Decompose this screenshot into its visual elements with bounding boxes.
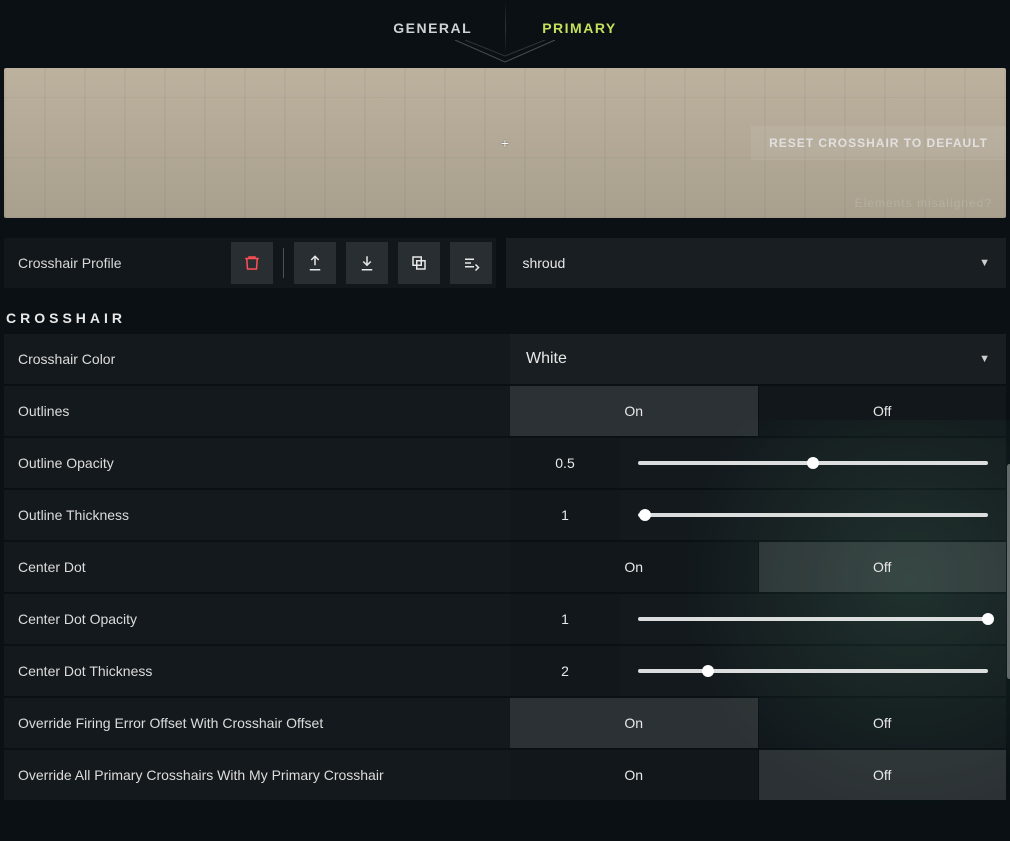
row-center-dot-thickness: Center Dot Thickness 2 — [4, 646, 1006, 696]
select-crosshair-color-value: White — [526, 350, 567, 368]
slider-outline-opacity-track[interactable] — [620, 438, 1006, 488]
misaligned-link[interactable]: Elements misaligned? — [855, 196, 992, 210]
label-center-dot: Center Dot — [4, 542, 510, 592]
toggle-override-all-off[interactable]: Off — [759, 750, 1007, 800]
profile-left: Crosshair Profile — [4, 238, 496, 288]
slider-outline-opacity: 0.5 — [510, 438, 1006, 488]
reset-crosshair-button[interactable]: RESET CROSSHAIR TO DEFAULT — [751, 126, 1006, 160]
toggle-outlines: On Off — [510, 386, 1006, 436]
separator — [283, 248, 284, 278]
row-outlines: Outlines On Off — [4, 386, 1006, 436]
label-override-firing: Override Firing Error Offset With Crossh… — [4, 698, 510, 748]
toggle-center-dot-off[interactable]: Off — [759, 542, 1007, 592]
trash-icon — [243, 254, 261, 272]
download-icon — [358, 254, 376, 272]
slider-outline-thickness-value[interactable]: 1 — [510, 490, 620, 540]
slider-outline-opacity-value[interactable]: 0.5 — [510, 438, 620, 488]
label-outlines: Outlines — [4, 386, 510, 436]
toggle-outlines-off[interactable]: Off — [759, 386, 1007, 436]
delete-profile-button[interactable] — [231, 242, 273, 284]
row-center-dot-opacity: Center Dot Opacity 1 — [4, 594, 1006, 644]
toggle-override-all: On Off — [510, 750, 1006, 800]
label-outline-opacity: Outline Opacity — [4, 438, 510, 488]
label-outline-thickness: Outline Thickness — [4, 490, 510, 540]
slider-outline-thickness: 1 — [510, 490, 1006, 540]
select-crosshair-color[interactable]: White ▼ — [510, 334, 1006, 384]
label-override-all: Override All Primary Crosshairs With My … — [4, 750, 510, 800]
edit-profile-button[interactable] — [450, 242, 492, 284]
import-profile-button[interactable] — [346, 242, 388, 284]
tabs: GENERAL PRIMARY — [0, 0, 1010, 55]
profile-select[interactable]: shroud ▼ — [506, 238, 1006, 288]
slider-outline-thickness-track[interactable] — [620, 490, 1006, 540]
profile-label: Crosshair Profile — [18, 255, 121, 271]
row-outline-opacity: Outline Opacity 0.5 — [4, 438, 1006, 488]
chevron-down-icon: ▼ — [979, 257, 990, 269]
settings-list: Crosshair Color White ▼ Outlines On Off … — [4, 334, 1006, 800]
row-override-firing: Override Firing Error Offset With Crossh… — [4, 698, 1006, 748]
tab-divider — [505, 0, 506, 55]
slider-center-dot-thickness-value[interactable]: 2 — [510, 646, 620, 696]
upload-icon — [306, 254, 324, 272]
copy-icon — [410, 254, 428, 272]
duplicate-profile-button[interactable] — [398, 242, 440, 284]
crosshair-preview-area: + RESET CROSSHAIR TO DEFAULT Elements mi… — [4, 68, 1006, 218]
list-edit-icon — [462, 254, 480, 272]
row-outline-thickness: Outline Thickness 1 — [4, 490, 1006, 540]
slider-center-dot-opacity: 1 — [510, 594, 1006, 644]
label-center-dot-opacity: Center Dot Opacity — [4, 594, 510, 644]
export-profile-button[interactable] — [294, 242, 336, 284]
label-crosshair-color: Crosshair Color — [4, 334, 510, 384]
toggle-override-firing: On Off — [510, 698, 1006, 748]
scrollbar[interactable] — [1006, 334, 1010, 800]
crosshair-preview-icon: + — [501, 135, 509, 151]
row-crosshair-color: Crosshair Color White ▼ — [4, 334, 1006, 384]
section-title-crosshair: CROSSHAIR — [6, 310, 1010, 326]
row-override-all: Override All Primary Crosshairs With My … — [4, 750, 1006, 800]
slider-center-dot-opacity-track[interactable] — [620, 594, 1006, 644]
toggle-override-all-on[interactable]: On — [510, 750, 758, 800]
row-center-dot: Center Dot On Off — [4, 542, 1006, 592]
toggle-override-firing-on[interactable]: On — [510, 698, 758, 748]
profile-bar: Crosshair Profile — [4, 238, 1006, 288]
toggle-override-firing-off[interactable]: Off — [759, 698, 1007, 748]
tab-general[interactable]: GENERAL — [393, 20, 472, 36]
toggle-outlines-on[interactable]: On — [510, 386, 758, 436]
profile-select-value: shroud — [522, 255, 565, 271]
toggle-center-dot: On Off — [510, 542, 1006, 592]
slider-center-dot-opacity-value[interactable]: 1 — [510, 594, 620, 644]
slider-center-dot-thickness-track[interactable] — [620, 646, 1006, 696]
slider-center-dot-thickness: 2 — [510, 646, 1006, 696]
tab-primary[interactable]: PRIMARY — [542, 20, 617, 36]
label-center-dot-thickness: Center Dot Thickness — [4, 646, 510, 696]
chevron-down-icon: ▼ — [979, 353, 990, 365]
toggle-center-dot-on[interactable]: On — [510, 542, 758, 592]
